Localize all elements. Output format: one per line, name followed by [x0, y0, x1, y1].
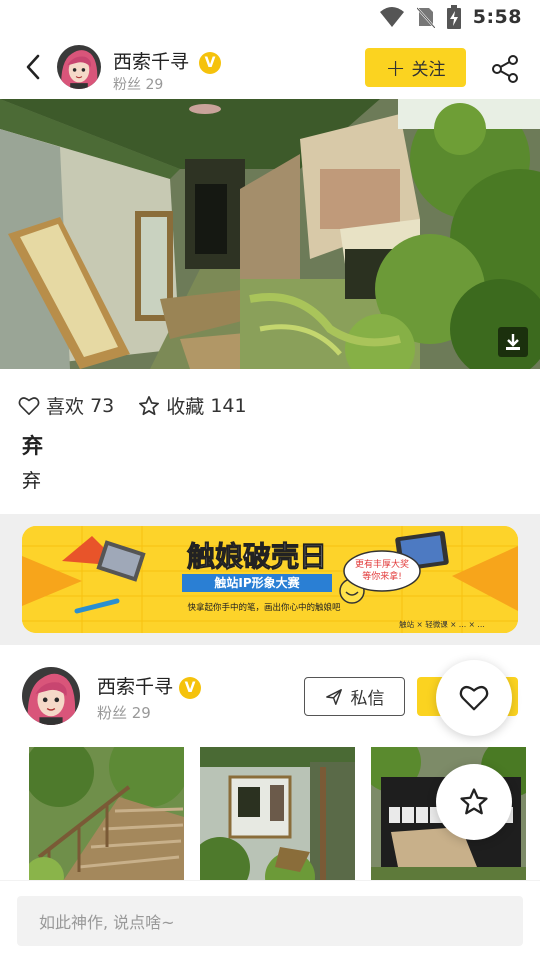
no-sim-icon — [416, 7, 435, 28]
favorites-label: 收藏 — [166, 396, 205, 418]
top-header: 西索千寻 V 粉丝 29 + 关注 — [0, 36, 540, 99]
star-icon — [460, 788, 488, 815]
favorite-button[interactable] — [436, 764, 512, 840]
follow-button[interactable]: + 关注 — [365, 48, 466, 87]
favorites-count: 141 — [210, 394, 247, 417]
likes-label: 喜欢 — [46, 396, 85, 418]
heart-icon — [459, 685, 489, 711]
comment-bar: 如此神作, 说点啥~ — [0, 880, 540, 960]
heart-icon — [18, 396, 40, 415]
banner-subtitle: 触站IP形象大赛 — [214, 575, 300, 590]
artwork-detail-page: 5:58 西索千寻 V 粉丝 29 + 关注 喜欢 73 收藏 141 弃 弃 … — [0, 0, 540, 960]
promo-banner[interactable]: 更有丰厚大奖 等你来拿! 触娘破壳日 触站IP形象大赛 快拿起你手中的笔，画出你… — [22, 526, 518, 633]
message-label: 私信 — [350, 689, 385, 709]
status-bar: 5:58 — [0, 0, 540, 36]
message-button[interactable]: 私信 — [304, 677, 405, 716]
username-text: 西索千寻 — [113, 51, 190, 73]
star-icon — [139, 395, 160, 415]
chevron-left-icon — [26, 54, 40, 80]
verified-badge: V — [199, 51, 222, 74]
author-fans-count: 粉丝 29 — [97, 704, 151, 722]
download-button[interactable] — [498, 327, 528, 357]
header-username[interactable]: 西索千寻 V — [113, 47, 222, 74]
author-verified-badge: V — [179, 676, 202, 699]
work-thumbnail[interactable] — [200, 747, 355, 887]
author-avatar[interactable] — [22, 667, 80, 725]
wifi-icon — [379, 7, 404, 27]
banner-bubble-line2: 等你来拿! — [362, 570, 402, 582]
comment-input[interactable]: 如此神作, 说点啥~ — [17, 896, 523, 946]
share-icon — [492, 55, 518, 83]
banner-section: 更有丰厚大奖 等你来拿! 触娘破壳日 触站IP形象大赛 快拿起你手中的笔，画出你… — [0, 514, 540, 645]
back-button[interactable] — [18, 52, 48, 82]
work-thumbnail[interactable] — [29, 747, 184, 887]
banner-tagline: 快拿起你手中的笔，画出你心中的触娘吧 — [187, 602, 341, 613]
comment-placeholder: 如此神作, 说点啥~ — [39, 913, 175, 932]
author-username-text: 西索千寻 — [97, 676, 174, 698]
banner-title: 触娘破壳日 — [187, 540, 327, 573]
follow-label: 关注 — [411, 60, 446, 80]
status-time: 5:58 — [472, 6, 522, 28]
post-description: 弃 — [22, 470, 42, 492]
author-username[interactable]: 西索千寻 V — [97, 672, 202, 699]
banner-sponsors: 触站 × 轻微课 × … × … — [399, 619, 485, 629]
download-icon — [506, 334, 520, 350]
avatar[interactable] — [57, 45, 101, 89]
battery-charging-icon — [446, 5, 461, 29]
artwork-image[interactable] — [0, 99, 540, 369]
send-icon — [325, 688, 342, 705]
like-button[interactable] — [436, 660, 512, 736]
post-title: 弃 — [22, 434, 43, 458]
like-stat[interactable]: 喜欢 73 — [18, 392, 114, 419]
stats-row: 喜欢 73 收藏 141 — [18, 392, 271, 419]
share-button[interactable] — [489, 53, 521, 85]
plus-icon: + — [385, 53, 406, 82]
likes-count: 73 — [90, 394, 115, 417]
fans-count: 粉丝 29 — [113, 77, 164, 93]
favorite-stat[interactable]: 收藏 141 — [138, 392, 247, 419]
banner-bubble-line1: 更有丰厚大奖 — [355, 558, 409, 570]
